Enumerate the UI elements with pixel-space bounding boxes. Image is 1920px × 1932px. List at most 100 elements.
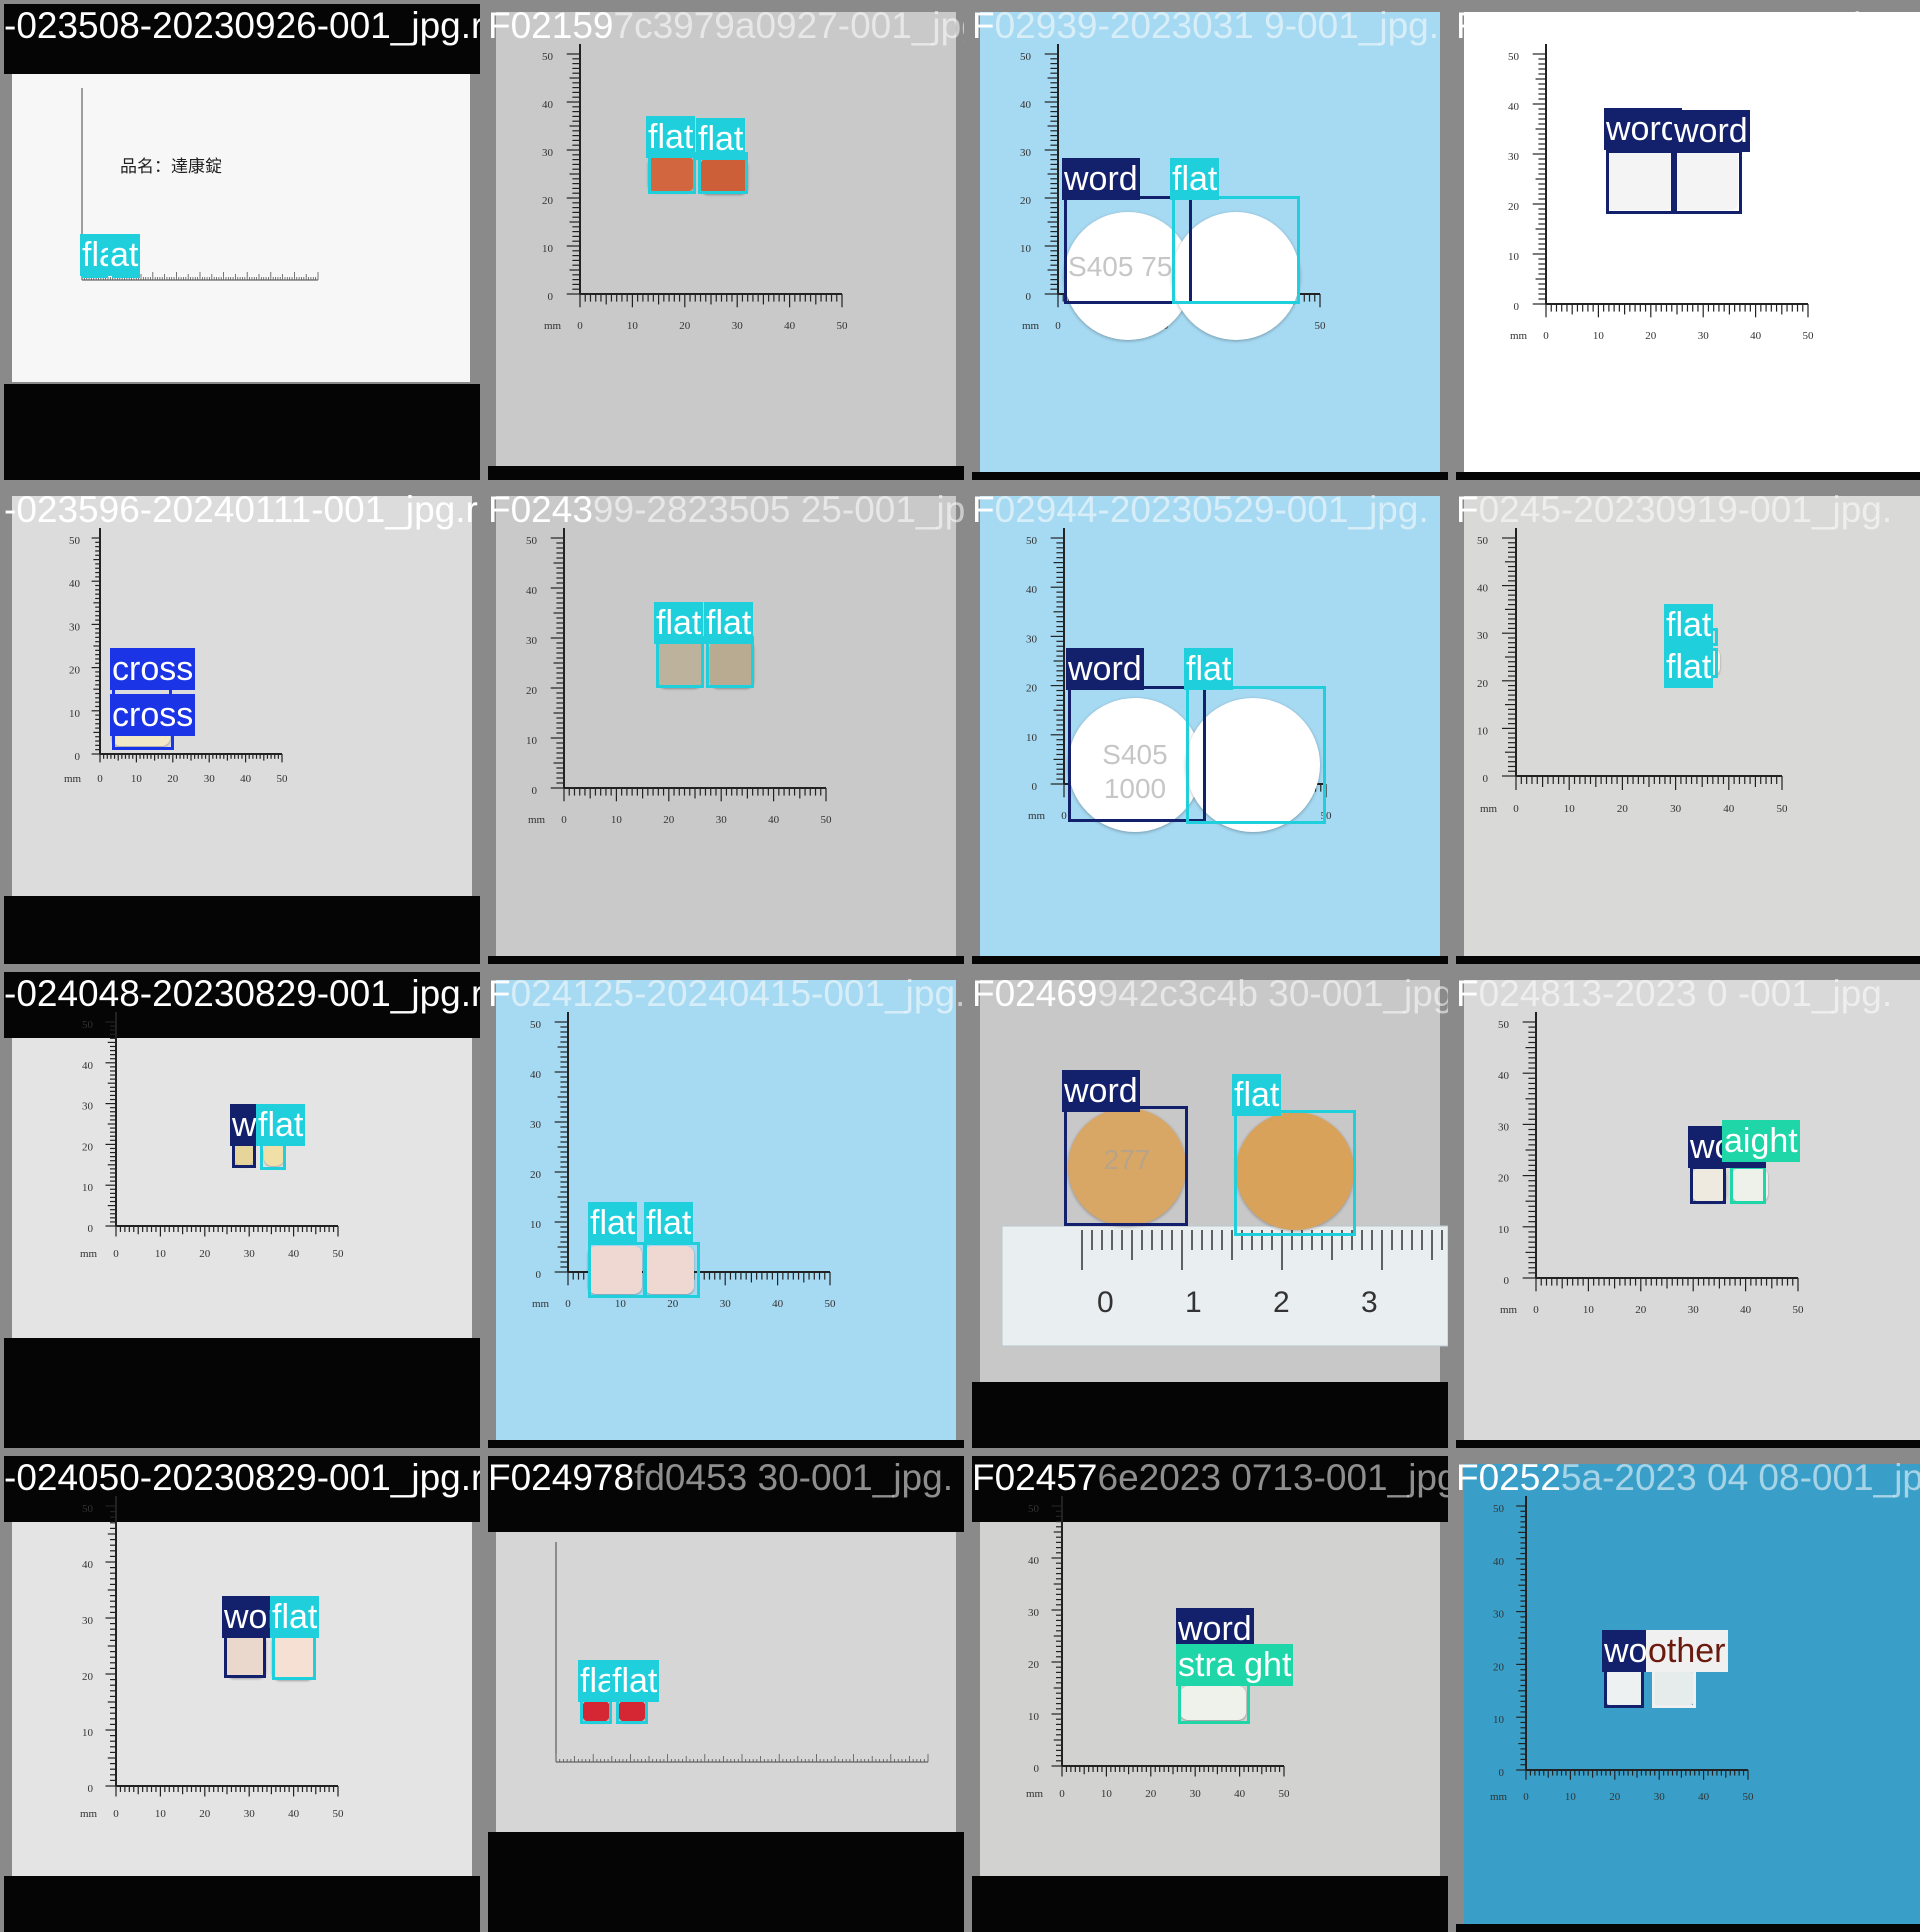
x-tick-label: 20 [1645, 330, 1657, 342]
unit-label: mm [544, 320, 562, 332]
y-tick-label: 20 [530, 1169, 542, 1181]
detection-label: flat [270, 1596, 320, 1638]
detection-label: flat [704, 602, 754, 644]
detection-label: flat [256, 1104, 306, 1146]
detection-label: word [1604, 108, 1682, 150]
x-tick-label: 20 [667, 1298, 679, 1310]
y-tick-label: 0 [1504, 1275, 1510, 1287]
tile-filename: F02944-20230529-001_jpg. [972, 488, 1448, 532]
scale-overlay: 0 0 10 10 20 20 30 30 40 40 50 50 mm [1508, 44, 1814, 342]
y-tick-label: 0 [1034, 1763, 1040, 1775]
unit-label: mm [1028, 810, 1046, 822]
y-tick-label: 0 [536, 1269, 542, 1281]
grid-tile: 0 0 10 10 20 20 30 30 40 40 50 50 mm word stra ght F024… [972, 1456, 1448, 1932]
filename-ghost-text: fd0453 30-001_jpg. [634, 1457, 953, 1498]
detection-label: wo [1602, 1630, 1650, 1672]
detection-label: other [1646, 1630, 1728, 1672]
y-tick-label: 20 [69, 665, 81, 677]
filename-ghost-text: 5a-2023 04 08-001_jpg. [1560, 1457, 1920, 1498]
x-tick-label: 0 [113, 1808, 119, 1820]
x-tick-label: 50 [333, 1808, 345, 1820]
grid-tile: 0 0 10 10 20 20 30 30 40 40 50 50 mm wor flat -024050-2… [4, 1456, 480, 1932]
cm-label: 3 [1361, 1286, 1378, 1319]
ruler: 0 0 10 10 20 20 30 30 40 40 50 50 mm [1477, 528, 1788, 815]
detection-box [1186, 686, 1326, 824]
y-tick-label: 0 [532, 785, 538, 797]
x-tick-label: 40 [240, 773, 252, 785]
unit-label: mm [1490, 1791, 1508, 1803]
x-tick-label: 40 [288, 1248, 300, 1260]
y-tick-label: 0 [88, 1223, 94, 1235]
y-tick-label: 10 [69, 708, 81, 720]
scale-overlay: 0 0 10 10 20 20 30 30 40 40 50 50 mm [542, 44, 848, 332]
scale-overlay: 0 0 10 10 20 20 30 30 40 40 50 50 mm [530, 1012, 837, 1310]
x-tick-label: 10 [1583, 1304, 1595, 1316]
scale-overlay [555, 1542, 929, 1763]
y-tick-label: 50 [1028, 1503, 1040, 1515]
unit-label: mm [1480, 803, 1498, 815]
scale-overlay: 0 0 10 10 20 20 30 30 40 40 50 50 mm [1477, 528, 1788, 815]
grid-tile: 0 0 10 10 20 20 30 30 40 40 50 50 mm wo flat -024048-20… [4, 972, 480, 1448]
y-tick-label: 10 [1493, 1714, 1505, 1726]
x-tick-label: 20 [663, 814, 675, 826]
detection-label: flat [644, 1202, 694, 1244]
unit-label: mm [1500, 1304, 1518, 1316]
y-tick-label: 50 [1026, 535, 1038, 547]
detection-label: aight [1722, 1120, 1800, 1162]
x-tick-label: 0 [1059, 1788, 1065, 1800]
filename-text: F0243 [488, 489, 593, 530]
detection-box [644, 1242, 700, 1298]
y-tick-label: 50 [1508, 51, 1520, 63]
unit-label: mm [1022, 320, 1040, 332]
tile-filename: F024813-2023 0 -001_jpg. [1456, 972, 1920, 1016]
detection-label: flat [1184, 648, 1234, 690]
y-tick-label: 10 [530, 1219, 542, 1231]
x-tick-label: 50 [1279, 1788, 1291, 1800]
y-tick-label: 20 [82, 1671, 94, 1683]
x-tick-label: 40 [768, 814, 780, 826]
x-tick-label: 10 [627, 320, 639, 332]
tile-filename: F0245-20230919-001_jpg. [1456, 488, 1920, 532]
filename-text: F [972, 489, 995, 530]
y-tick-label: 10 [1498, 1224, 1510, 1236]
y-tick-label: 40 [1477, 583, 1489, 595]
y-tick-label: 50 [542, 51, 554, 63]
y-tick-label: 50 [82, 1019, 94, 1031]
x-tick-label: 20 [167, 773, 179, 785]
detection-box [1606, 150, 1674, 214]
tile-filename: F024576e2023 0713-001_jpg. [972, 1456, 1448, 1500]
y-tick-label: 20 [1508, 201, 1520, 213]
x-tick-label: 20 [199, 1248, 211, 1260]
y-tick-label: 30 [542, 147, 554, 159]
detection-box [272, 1632, 316, 1680]
x-tick-label: 10 [1565, 1791, 1577, 1803]
y-tick-label: 30 [1020, 147, 1032, 159]
y-tick-label: 0 [1483, 773, 1489, 785]
filename-ghost-text: 0245-20230919-001_jpg. [1478, 489, 1893, 530]
tile-filename: F024978fd0453 30-001_jpg. [488, 1456, 964, 1500]
y-tick-label: 30 [1026, 633, 1038, 645]
tile-filename: F02525a-2023 04 08-001_jpg. [1456, 1456, 1920, 1500]
grid-tile: 0010102020303040405050mmS405 1000wordfla… [972, 488, 1448, 964]
detection-label: word [1062, 158, 1140, 200]
filename-text: F [1456, 973, 1479, 1014]
detection-box [260, 1142, 286, 1170]
x-tick-label: 50 [1793, 1304, 1805, 1316]
detection-box [588, 1242, 646, 1298]
x-tick-label: 10 [155, 1248, 167, 1260]
x-tick-label: 0 [1061, 810, 1067, 822]
y-tick-label: 10 [542, 243, 554, 255]
x-tick-label: 0 [577, 320, 583, 332]
y-tick-label: 20 [1477, 678, 1489, 690]
filename-ghost-text: 6e2023 0713-001_jpg. [1097, 1457, 1449, 1498]
x-tick-label: 20 [1609, 1791, 1621, 1803]
x-tick-label: 10 [1564, 803, 1576, 815]
detection-box [1604, 1668, 1644, 1708]
y-tick-label: 10 [1508, 251, 1520, 263]
x-tick-label: 50 [825, 1298, 837, 1310]
tile-filename: F024125-20240415-001_jpg. [488, 972, 964, 1016]
detection-box [1234, 1110, 1356, 1236]
tile-filename: -024048-20230829-001_jpg.r [4, 972, 480, 1016]
drug-name-note: 品名：達康錠 [120, 157, 222, 177]
detection-label: flat [588, 1202, 638, 1244]
